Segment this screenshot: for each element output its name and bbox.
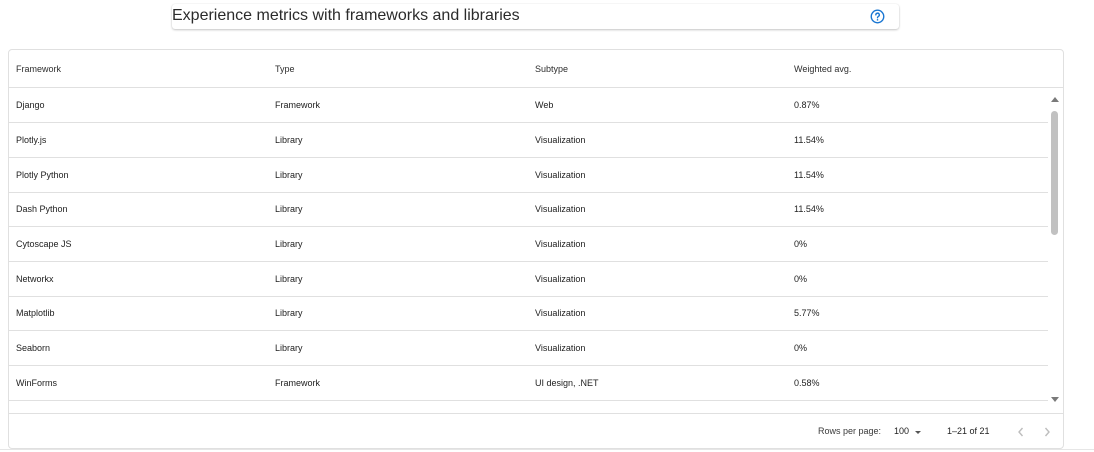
cell-weighted-avg: 0% <box>794 274 808 284</box>
page-title: Experience metrics with frameworks and l… <box>172 7 520 24</box>
table-row[interactable]: Networkx Library Visualization 0% <box>9 262 1048 297</box>
chevron-left-icon[interactable] <box>1014 424 1028 440</box>
cell-weighted-avg: 11.54% <box>794 204 824 214</box>
table-row[interactable]: Matplotlib Library Visualization 5.77% <box>9 296 1048 331</box>
cell-framework: WinForms <box>16 378 57 388</box>
cell-type: Library <box>275 308 303 318</box>
cell-subtype: Web <box>535 100 554 110</box>
pagination-range: 1–21 of 21 <box>947 426 990 436</box>
cell-weighted-avg: 5.77% <box>794 308 820 318</box>
grid-body[interactable]: Django Framework Web 0.87% Plotly.js Lib… <box>9 88 1048 412</box>
cell-weighted-avg: 11.54% <box>794 135 824 145</box>
cell-weighted-avg: 0.58% <box>794 378 820 388</box>
cell-framework: Cytoscape JS <box>16 239 72 249</box>
title-card: Experience metrics with frameworks and l… <box>172 4 899 29</box>
rows-per-page-label: Rows per page: <box>818 426 882 436</box>
cell-framework: Plotly.js <box>16 135 47 145</box>
cell-type: Framework <box>275 378 321 388</box>
table-row[interactable]: Plotly Python Library Visualization 11.5… <box>9 158 1048 193</box>
cell-subtype: Visualization <box>535 239 586 249</box>
cell-framework: Dash Python <box>16 204 68 214</box>
caret-down-icon <box>915 431 921 434</box>
cell-subtype: Visualization <box>535 308 586 318</box>
scroll-up-arrow-icon[interactable] <box>1051 97 1059 102</box>
help-circle-icon[interactable] <box>870 9 885 24</box>
column-header-type[interactable]: Type <box>275 63 295 75</box>
cell-subtype: UI design, .NET <box>535 378 599 388</box>
column-header-weighted-avg[interactable]: Weighted avg. <box>794 63 851 75</box>
cell-type: Library <box>275 239 303 249</box>
cell-weighted-avg: 0% <box>794 239 808 249</box>
table-row[interactable]: Django Framework Web 0.87% <box>9 88 1048 123</box>
cell-type: Framework <box>275 100 321 110</box>
cell-subtype: Visualization <box>535 343 586 353</box>
cell-subtype: Visualization <box>535 135 586 145</box>
scroll-down-arrow-icon[interactable] <box>1051 397 1059 402</box>
cell-type: Library <box>275 170 303 180</box>
chevron-right-icon[interactable] <box>1040 424 1054 440</box>
cell-weighted-avg: 0% <box>794 343 808 353</box>
table-row[interactable]: Dash Python Library Visualization 11.54% <box>9 192 1048 227</box>
cell-framework: Networkx <box>16 274 54 284</box>
page-divider <box>0 449 1094 450</box>
vertical-scrollbar[interactable] <box>1049 88 1062 412</box>
cell-weighted-avg: 11.54% <box>794 170 824 180</box>
column-header-framework[interactable]: Framework <box>16 63 61 75</box>
table-row[interactable]: WinForms Framework UI design, .NET 0.58% <box>9 366 1048 401</box>
data-grid: Framework Type Subtype Weighted avg. Dja… <box>8 49 1064 449</box>
cell-framework: Django <box>16 100 45 110</box>
cell-type: Library <box>275 204 303 214</box>
rows-per-page-value: 100 <box>894 426 910 436</box>
cell-subtype: Visualization <box>535 170 586 180</box>
column-header-subtype[interactable]: Subtype <box>535 63 568 75</box>
cell-type: Library <box>275 135 303 145</box>
table-row[interactable]: Cytoscape JS Library Visualization 0% <box>9 227 1048 262</box>
cell-subtype: Visualization <box>535 204 586 214</box>
cell-framework: Matplotlib <box>16 308 55 318</box>
grid-header: Framework Type Subtype Weighted avg. <box>9 50 1063 88</box>
cell-type: Library <box>275 343 303 353</box>
scrollbar-thumb[interactable] <box>1051 111 1058 235</box>
cell-type: Library <box>275 274 303 284</box>
rows-per-page-select[interactable]: 100 <box>894 424 926 440</box>
table-row[interactable]: Seaborn Library Visualization 0% <box>9 331 1048 366</box>
pagination-footer: Rows per page: 100 1–21 of 21 <box>9 413 1063 448</box>
cell-weighted-avg: 0.87% <box>794 100 820 110</box>
cell-framework: Plotly Python <box>16 170 69 180</box>
cell-subtype: Visualization <box>535 274 586 284</box>
cell-framework: Seaborn <box>16 343 51 353</box>
table-row[interactable]: Plotly.js Library Visualization 11.54% <box>9 123 1048 158</box>
